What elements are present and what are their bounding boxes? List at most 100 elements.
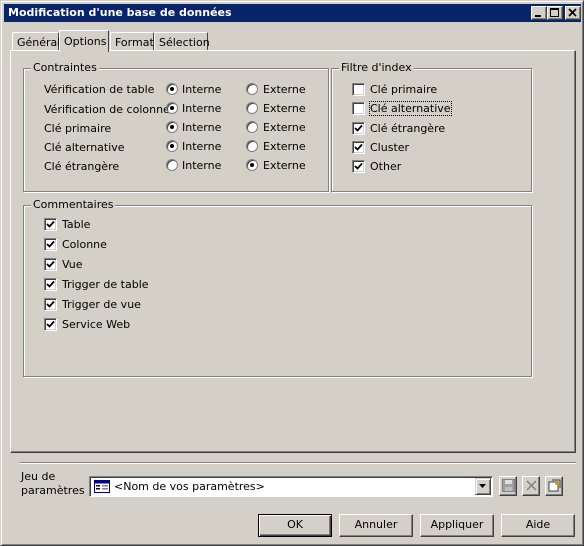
checkbox-label-cle-alternative: Clé alternative — [369, 101, 452, 116]
title-bar[interactable]: Modification d'une base de données — [4, 4, 581, 22]
radio-cle-etrangere-interne[interactable] — [166, 159, 178, 171]
close-icon — [568, 8, 577, 17]
radio-label-externe: Externe — [263, 83, 306, 96]
delete-parameters-button[interactable] — [522, 476, 540, 496]
radio-verification-colonne-interne[interactable] — [166, 102, 178, 114]
checkbox-filtre-other[interactable] — [352, 160, 365, 173]
parameters-value: <Nom de vos paramètres> — [114, 480, 265, 493]
options-tab-panel: Contraintes Vérification de table Intern… — [10, 50, 576, 453]
cancel-button-label: Annuler — [354, 518, 398, 531]
checkbox-label-trigger-vue: Trigger de vue — [62, 298, 141, 311]
tab-general-label: Général — [17, 36, 61, 49]
checkbox-comment-vue[interactable] — [44, 258, 57, 271]
delete-icon — [526, 480, 537, 491]
tab-general[interactable]: Général — [12, 32, 61, 51]
tab-options[interactable]: Options — [59, 30, 109, 52]
apply-button-label: Appliquer — [430, 518, 484, 531]
close-button[interactable] — [565, 6, 581, 20]
filtre-index-group: Filtre d'index Clé primaire Clé alternat… — [331, 61, 532, 192]
tab-format[interactable]: Format — [110, 32, 154, 51]
checkbox-comment-trigger-table[interactable] — [44, 278, 57, 291]
properties-icon — [548, 479, 561, 492]
parameters-label-line1: Jeu de — [21, 470, 56, 483]
minimize-button[interactable] — [531, 6, 547, 20]
checkbox-label-cle-primaire: Clé primaire — [370, 83, 438, 96]
row-label-cle-etrangere: Clé étrangère — [44, 160, 120, 173]
radio-label-externe: Externe — [263, 159, 306, 172]
parameter-set-icon — [94, 480, 110, 493]
row-label-cle-alternative: Clé alternative — [44, 141, 125, 154]
checkmark-icon — [46, 240, 55, 248]
radio-label-interne: Interne — [182, 121, 222, 134]
checkbox-comment-trigger-vue[interactable] — [44, 298, 57, 311]
contraintes-legend: Contraintes — [31, 61, 99, 74]
minimize-icon — [535, 15, 541, 17]
radio-label-interne: Interne — [182, 159, 222, 172]
checkmark-icon — [46, 320, 55, 328]
chevron-down-icon — [479, 484, 486, 488]
contraintes-group: Contraintes Vérification de table Intern… — [23, 61, 329, 192]
radio-verification-table-interne[interactable] — [166, 83, 178, 95]
commentaires-group: Commentaires Table Colonne Vue Trigger d… — [23, 198, 532, 377]
radio-label-externe: Externe — [263, 102, 306, 115]
row-label-cle-primaire: Clé primaire — [44, 122, 112, 135]
radio-label-interne: Interne — [182, 83, 222, 96]
separator-line — [20, 462, 576, 464]
tab-selection-label: Sélection — [159, 36, 210, 49]
checkbox-label-other: Other — [370, 160, 402, 173]
apply-button[interactable]: Appliquer — [420, 514, 494, 537]
save-parameters-button[interactable] — [499, 476, 517, 496]
checkmark-icon — [46, 300, 55, 308]
checkbox-filtre-cle-primaire[interactable] — [352, 83, 365, 96]
checkbox-label-colonne: Colonne — [62, 238, 107, 251]
properties-parameters-button[interactable] — [545, 476, 563, 496]
checkbox-label-table: Table — [62, 218, 91, 231]
checkmark-icon — [354, 143, 363, 151]
row-label-verification-table: Vérification de table — [44, 83, 155, 96]
radio-verification-table-externe[interactable] — [246, 83, 258, 95]
radio-cle-alternative-interne[interactable] — [166, 140, 178, 152]
checkbox-comment-service-web[interactable] — [44, 318, 57, 331]
checkmark-icon — [46, 280, 55, 288]
ok-button-label: OK — [287, 518, 303, 531]
parameters-dropdown-button[interactable] — [475, 478, 491, 495]
radio-verification-colonne-externe[interactable] — [246, 102, 258, 114]
commentaires-legend: Commentaires — [31, 198, 116, 211]
checkbox-label-cluster: Cluster — [370, 141, 410, 154]
dialog-window: Modification d'une base de données Génér… — [0, 0, 584, 546]
checkbox-label-trigger-table: Trigger de table — [62, 278, 149, 291]
tab-format-label: Format — [115, 36, 154, 49]
checkbox-comment-colonne[interactable] — [44, 238, 57, 251]
ok-button[interactable]: OK — [258, 514, 332, 537]
checkmark-icon — [354, 162, 363, 170]
row-label-verification-colonne: Vérification de colonne — [44, 103, 170, 116]
radio-label-externe: Externe — [263, 121, 306, 134]
help-button-label: Aide — [525, 518, 551, 531]
window-title: Modification d'une base de données — [8, 6, 232, 19]
checkbox-filtre-cluster[interactable] — [352, 141, 365, 154]
parameters-label-line2: paramètres : — [21, 484, 92, 497]
radio-cle-primaire-externe[interactable] — [246, 121, 258, 133]
radio-cle-etrangere-externe[interactable] — [246, 159, 258, 171]
maximize-icon — [550, 8, 559, 17]
checkbox-label-service-web: Service Web — [62, 318, 131, 331]
help-button[interactable]: Aide — [501, 514, 575, 537]
radio-label-interne: Interne — [182, 102, 222, 115]
checkbox-label-cle-etrangere: Clé étrangère — [370, 122, 446, 135]
radio-cle-alternative-externe[interactable] — [246, 140, 258, 152]
save-icon — [502, 479, 515, 492]
radio-label-externe: Externe — [263, 140, 306, 153]
filtre-index-legend: Filtre d'index — [339, 61, 414, 74]
maximize-button[interactable] — [547, 6, 563, 20]
checkmark-icon — [354, 124, 363, 132]
tab-selection[interactable]: Sélection — [154, 32, 210, 51]
parameters-combobox[interactable]: <Nom de vos paramètres> — [89, 476, 493, 497]
checkbox-comment-table[interactable] — [44, 218, 57, 231]
cancel-button[interactable]: Annuler — [339, 514, 413, 537]
checkbox-filtre-cle-alternative[interactable] — [352, 102, 365, 115]
radio-label-interne: Interne — [182, 140, 222, 153]
checkbox-filtre-cle-etrangere[interactable] — [352, 122, 365, 135]
tab-options-label: Options — [64, 35, 107, 48]
checkmark-icon — [46, 260, 55, 268]
radio-cle-primaire-interne[interactable] — [166, 121, 178, 133]
